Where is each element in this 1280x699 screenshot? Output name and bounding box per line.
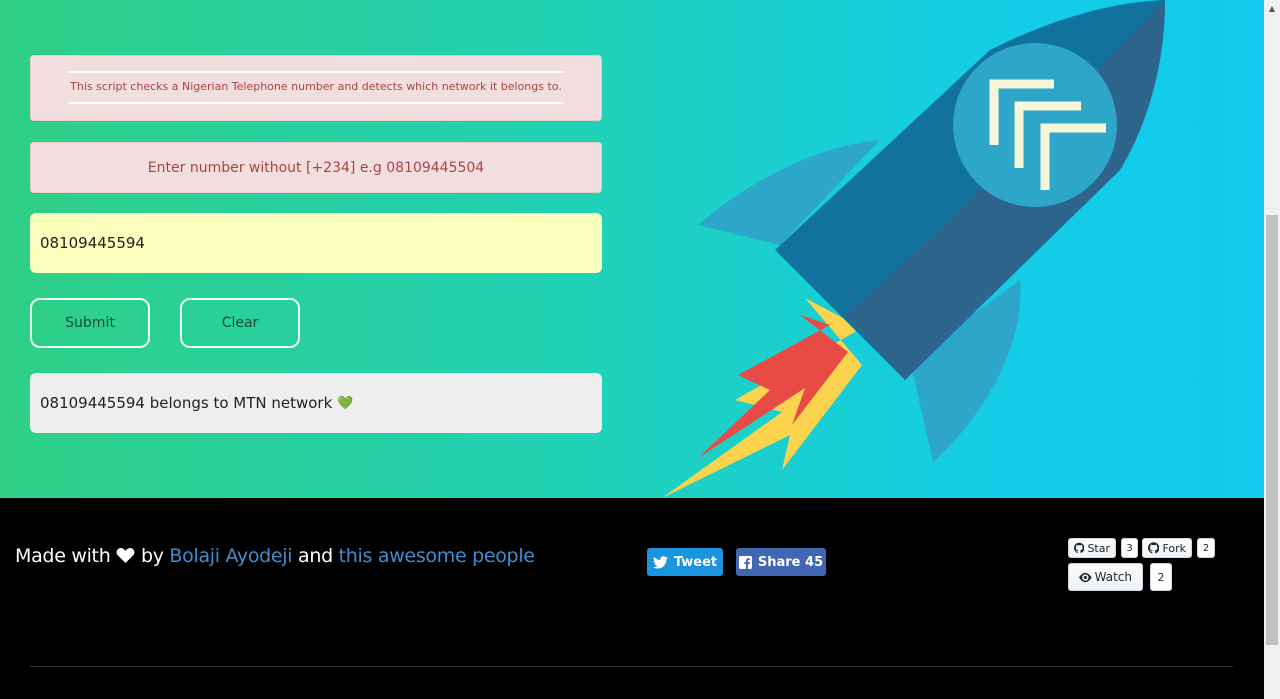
hero-section: This script checks a Nigerian Telephone … — [0, 0, 1264, 498]
twitter-bird-icon — [652, 555, 668, 568]
star-count[interactable]: 3 — [1121, 538, 1138, 558]
tweet-button[interactable]: Tweet — [647, 548, 723, 576]
phone-number-input[interactable] — [30, 213, 602, 273]
rocket-illustration — [662, 0, 1165, 498]
info-alert: This script checks a Nigerian Telephone … — [30, 55, 602, 121]
github-icon — [1074, 542, 1085, 553]
eye-icon — [1079, 572, 1092, 582]
fork-label: Fork — [1162, 541, 1186, 555]
facebook-icon — [738, 555, 752, 569]
contributors-link[interactable]: this awesome people — [339, 545, 535, 567]
page-scrollbar[interactable]: ▲ — [1264, 0, 1280, 699]
made-with-text: Made with — [15, 545, 111, 567]
github-watch-button[interactable]: Watch — [1068, 563, 1143, 591]
tweet-label: Tweet — [673, 554, 718, 570]
scroll-up-arrow-icon[interactable]: ▲ — [1264, 0, 1280, 16]
scrollbar-thumb[interactable] — [1266, 215, 1278, 645]
and-text: and — [298, 545, 333, 567]
watch-count[interactable]: 2 — [1150, 563, 1172, 591]
footer-divider — [30, 666, 1233, 667]
submit-button[interactable]: Submit — [30, 298, 150, 348]
github-star-button[interactable]: Star — [1068, 538, 1116, 558]
green-heart-icon: 💚 — [337, 395, 354, 411]
footer-credits: Made with by Bolaji Ayodeji and this awe… — [15, 545, 535, 569]
github-fork-button[interactable]: Fork — [1142, 538, 1192, 558]
star-label: Star — [1087, 541, 1110, 555]
fork-count[interactable]: 2 — [1197, 538, 1215, 558]
heart-icon — [116, 547, 135, 569]
result-box: 08109445594 belongs to MTN network 💚 — [30, 373, 602, 433]
github-icon — [1148, 542, 1160, 554]
author-link[interactable]: Bolaji Ayodeji — [169, 545, 292, 567]
watch-label: Watch — [1094, 570, 1132, 584]
info-divider-top — [68, 71, 564, 73]
clear-button[interactable]: Clear — [180, 298, 300, 348]
hint-alert: Enter number without [+234] e.g 08109445… — [30, 142, 602, 193]
info-divider-bottom — [68, 102, 564, 104]
result-text: 08109445594 belongs to MTN network — [40, 394, 333, 412]
share-label: Share 45 — [757, 554, 824, 570]
info-text: This script checks a Nigerian Telephone … — [70, 80, 562, 93]
facebook-share-button[interactable]: Share 45 — [736, 548, 826, 576]
by-text: by — [140, 545, 164, 567]
